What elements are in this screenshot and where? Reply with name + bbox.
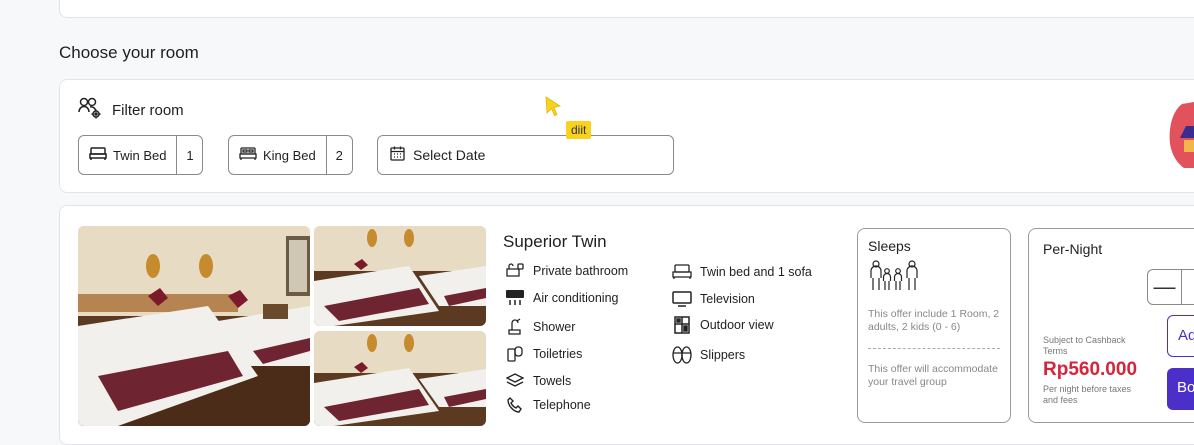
amenity-label: Slippers	[700, 348, 746, 362]
amenity-item: Shower	[505, 317, 575, 337]
book-button[interactable]: Book	[1167, 368, 1194, 410]
room-photo-2[interactable]	[314, 226, 486, 326]
cursor-icon	[544, 96, 564, 125]
ac-icon	[505, 288, 525, 308]
select-date-input[interactable]: Select Date	[377, 135, 674, 175]
tv-icon	[672, 289, 692, 309]
price-tax-note: Per night before taxes and fees	[1043, 384, 1132, 405]
amenity-label: Toiletries	[533, 347, 583, 361]
window-icon	[672, 315, 692, 335]
room-photo-main[interactable]	[78, 226, 310, 426]
previous-card	[59, 0, 1194, 18]
amenity-item: Towels	[505, 371, 571, 391]
amenity-label: Television	[700, 292, 755, 306]
select-date-label: Select Date	[413, 147, 486, 163]
amenity-item: Slippers	[672, 345, 745, 365]
decrement-button[interactable]: —	[1148, 270, 1182, 304]
king-bed-label: King Bed	[263, 147, 316, 163]
sleeps-include-text: This offer include 1 Room, 2 adults, 2 k…	[868, 308, 1000, 333]
family-icon	[868, 259, 1000, 298]
amenity-label: Outdoor view	[700, 318, 774, 332]
filter-title: Filter room	[112, 102, 184, 119]
telephone-icon	[505, 395, 525, 415]
amenity-item: Toiletries	[505, 344, 582, 364]
room-photo-3[interactable]	[314, 331, 486, 426]
shower-icon	[505, 317, 525, 337]
sofa-icon	[672, 262, 692, 282]
sleeps-box: Sleeps This offer include 1 Room, 2 adul…	[857, 228, 1011, 423]
sleeps-title: Sleeps	[868, 238, 911, 254]
price-value: Rp560.000	[1043, 359, 1138, 380]
bed-icon	[89, 146, 107, 164]
amenity-item: Private bathroom	[505, 261, 628, 281]
quantity-stepper[interactable]: —	[1147, 269, 1194, 305]
filter-card: Filter room Twin Bed 1 King Bed 2 Select…	[59, 79, 1194, 193]
amenity-label: Shower	[533, 320, 576, 334]
cursor-tooltip: diit	[566, 121, 592, 139]
amenity-item: Air conditioning	[505, 288, 618, 308]
decorative-illustration	[1166, 100, 1194, 177]
pricing-title: Per-Night	[1043, 241, 1103, 257]
amenity-item: Telephone	[505, 395, 591, 415]
bathroom-icon	[505, 261, 525, 281]
amenity-item: Twin bed and 1 sofa	[672, 262, 812, 282]
twin-bed-count: 1	[176, 136, 202, 174]
towels-icon	[505, 371, 525, 391]
filter-users-icon	[78, 96, 104, 125]
king-bed-count: 2	[325, 136, 352, 174]
amenity-label: Twin bed and 1 sofa	[700, 265, 812, 279]
amenity-label: Private bathroom	[533, 264, 629, 278]
pricing-box: Per-Night — Subject to Cashback Terms Rp…	[1028, 228, 1194, 423]
twin-bed-filter[interactable]: Twin Bed 1	[78, 135, 204, 175]
sleeps-accommodate-text: This offer will accommodate your travel …	[868, 363, 998, 388]
twin-bed-label: Twin Bed	[113, 147, 167, 163]
amenity-label: Towels	[533, 374, 572, 388]
room-card: Superior Twin Private bathroom Air condi…	[59, 205, 1194, 445]
amenity-item: Television	[672, 289, 755, 309]
bed-icon	[239, 146, 257, 164]
toiletries-icon	[505, 344, 525, 364]
amenity-label: Telephone	[533, 398, 591, 412]
calendar-icon	[390, 146, 405, 164]
king-bed-filter[interactable]: King Bed 2	[228, 135, 353, 175]
slippers-icon	[672, 345, 692, 365]
section-title: Choose your room	[59, 43, 199, 62]
amenity-item: Outdoor view	[672, 315, 774, 335]
filter-header: Filter room	[78, 96, 184, 125]
sleeps-divider	[868, 348, 1000, 349]
room-title: Superior Twin	[503, 232, 607, 251]
amenity-label: Air conditioning	[533, 291, 619, 305]
add-button[interactable]: Add	[1167, 315, 1194, 357]
cashback-note: Subject to Cashback Terms	[1043, 335, 1126, 356]
